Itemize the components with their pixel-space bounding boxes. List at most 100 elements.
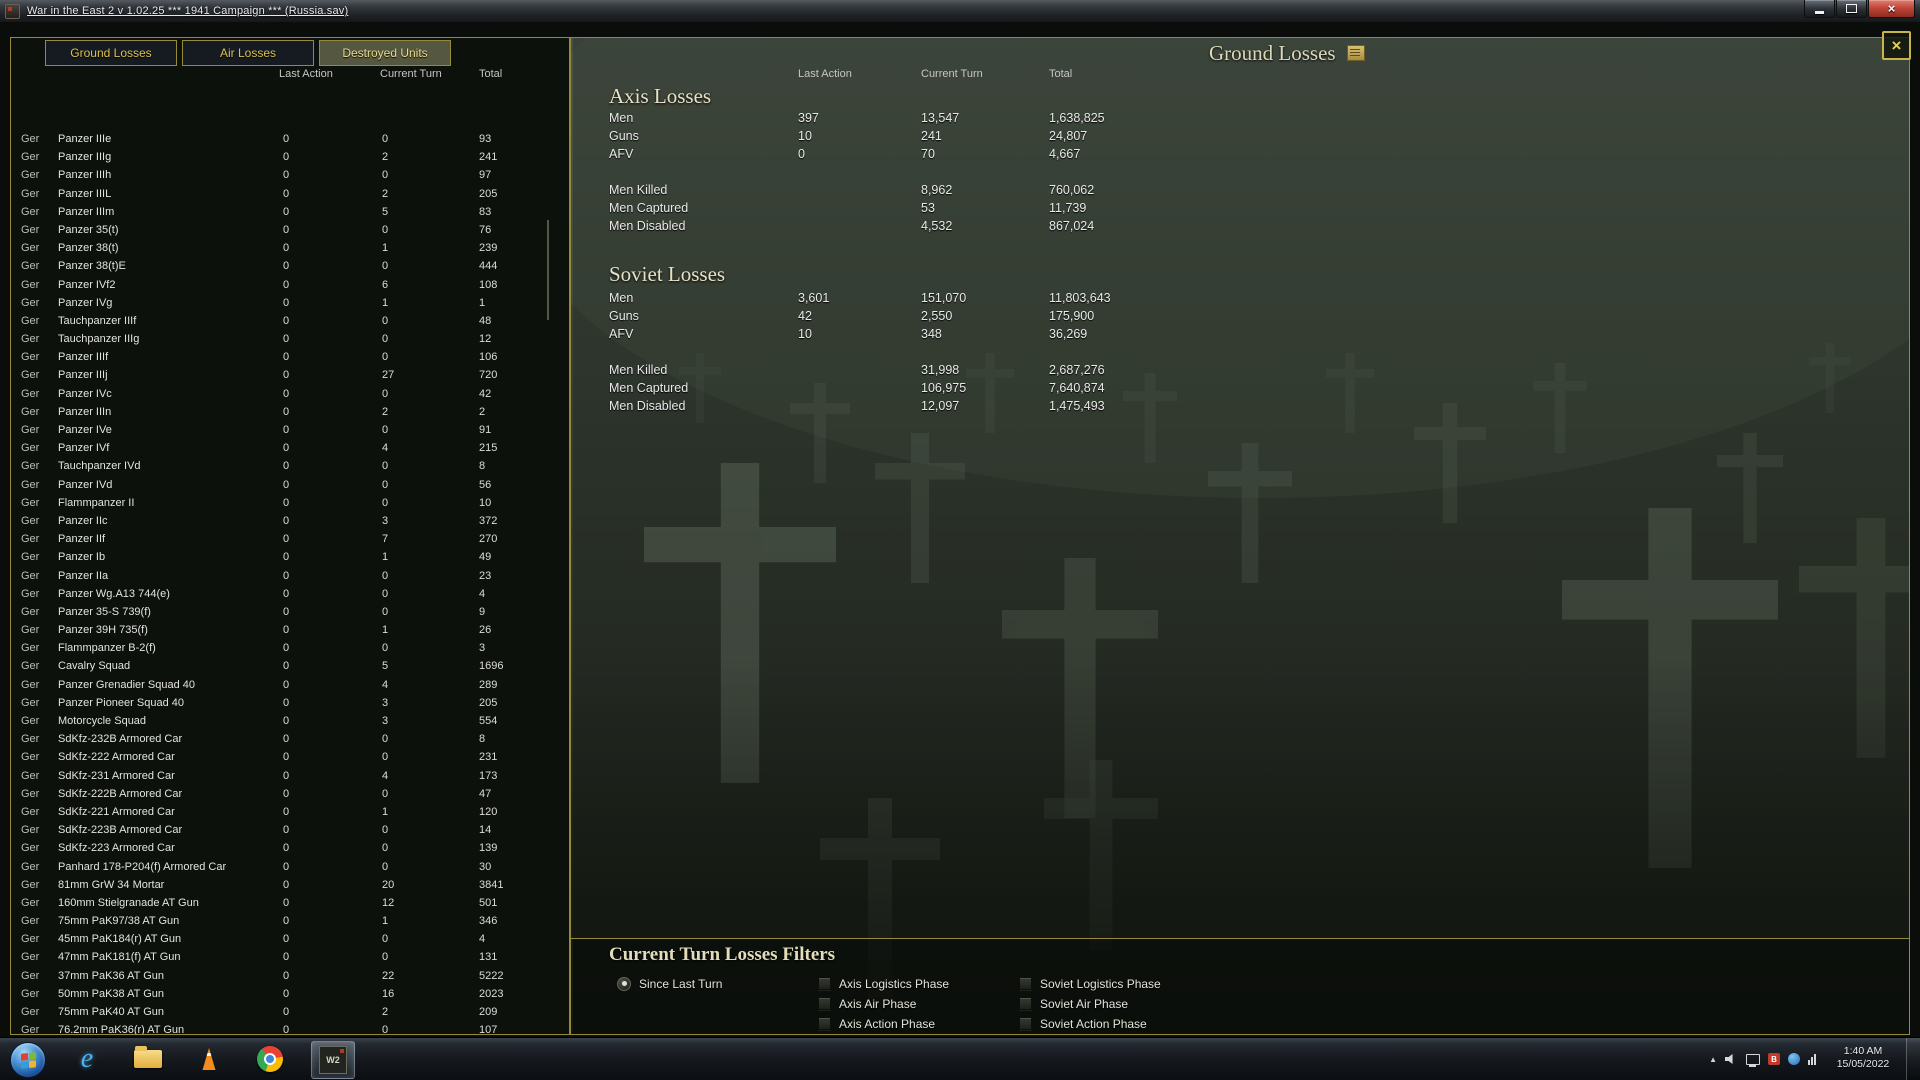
table-cell: Ger [21, 787, 40, 800]
loss-cell: 760,062 [1049, 183, 1095, 197]
filter-checkbox[interactable]: Soviet Action Phase [1019, 1016, 1147, 1031]
table-cell: 0 [283, 424, 290, 436]
table-cell: 120 [479, 805, 498, 818]
tab-destroyed-units[interactable]: Destroyed Units [319, 40, 451, 66]
table-cell: 1 [382, 805, 389, 818]
loss-cell: Men Captured [609, 201, 689, 215]
file-explorer-icon[interactable] [127, 1041, 169, 1077]
ie-letter: e [80, 1043, 94, 1074]
filter-checkbox[interactable]: Soviet Logistics Phase [1019, 976, 1161, 991]
table-cell: Ger [21, 678, 40, 691]
tab-air-losses[interactable]: Air Losses [182, 40, 314, 66]
loss-row: AFV 10 348 36,269 [11, 327, 1909, 343]
table-cell: Ger [21, 824, 40, 837]
volume-icon[interactable] [1725, 1053, 1733, 1065]
tray-red-app-icon[interactable]: B [1768, 1053, 1780, 1065]
filter-checkbox[interactable]: Soviet Air Phase [1019, 996, 1128, 1011]
start-button[interactable] [10, 1042, 46, 1078]
table-cell: 0 [283, 751, 290, 764]
filter-checkbox[interactable]: Axis Action Phase [818, 1016, 935, 1031]
report-icon[interactable] [1347, 45, 1365, 61]
table-cell: 501 [479, 896, 498, 909]
signal-bars-icon[interactable] [1808, 1053, 1816, 1065]
loss-cell: 11,739 [1049, 201, 1087, 215]
checkbox-icon[interactable] [1019, 1017, 1032, 1030]
filters-title: Current Turn Losses Filters [609, 944, 836, 965]
checkbox-icon[interactable] [1019, 977, 1032, 990]
app-icon [5, 3, 20, 19]
table-cell: 0 [283, 951, 290, 964]
table-cell: Panzer IIc [58, 514, 108, 527]
table-cell: 0 [283, 842, 290, 855]
media-player-icon[interactable] [188, 1041, 230, 1077]
table-cell: 444 [479, 260, 498, 273]
table-cell: 0 [283, 587, 290, 600]
radio-label: Since Last Turn [639, 976, 723, 991]
loss-cell: 1,638,825 [1049, 111, 1105, 125]
tab-ground-losses[interactable]: Ground Losses [45, 40, 177, 66]
table-cell: 270 [479, 533, 498, 546]
table-cell: 76.2mm PaK36(r) AT Gun [58, 1024, 185, 1034]
close-window-button[interactable]: × [1868, 0, 1915, 18]
table-cell: 0 [283, 642, 290, 655]
show-desktop-button[interactable] [1906, 1038, 1920, 1080]
table-cell: 0 [382, 1024, 389, 1034]
table-cell: Ger [21, 442, 40, 455]
table-cell: 7 [382, 533, 389, 546]
axis-losses-title: Axis Losses [609, 84, 712, 108]
table-cell: Panzer Ib [58, 551, 106, 564]
maximize-button[interactable] [1836, 0, 1867, 18]
table-cell: 346 [479, 915, 498, 928]
checkbox-icon[interactable] [818, 1017, 831, 1030]
screen-close-button[interactable]: × [1882, 31, 1911, 60]
loss-cell: 11,803,643 [1049, 291, 1111, 305]
table-cell: 8 [479, 733, 486, 746]
table-cell: Ger [21, 624, 40, 637]
loss-cell: 24,807 [1049, 129, 1088, 143]
page-title: Ground Losses [1209, 41, 1336, 65]
filter-radio-since-last-turn[interactable]: Since Last Turn [617, 976, 722, 991]
chrome-icon[interactable] [249, 1041, 291, 1077]
tab-bar: Ground Losses Air Losses Destroyed Units [45, 40, 451, 66]
internet-explorer-icon[interactable]: e [66, 1041, 108, 1077]
loss-row: Men 3,601 151,070 11,803,643 [11, 291, 1909, 307]
losses-column-headers: Last Action Current Turn Total [11, 68, 1909, 84]
table-cell: 0 [283, 514, 290, 527]
loss-cell: AFV [609, 147, 634, 161]
table-cell: Ger [21, 242, 40, 255]
loss-cell: 397 [798, 111, 819, 125]
tray-blue-app-icon[interactable] [1788, 1053, 1800, 1065]
table-cell: 23 [479, 569, 492, 582]
taskbar-clock[interactable]: 1:40 AM 15/05/2022 [1824, 1045, 1902, 1071]
table-cell: 4 [479, 587, 486, 600]
minimize-button[interactable] [1804, 0, 1835, 18]
table-cell: 75mm PaK97/38 AT Gun [58, 915, 180, 928]
table-row: Ger Panzer Ib 0 1 49 [11, 548, 569, 566]
wite2-app-icon: W2 [319, 1046, 347, 1074]
table-cell: SdKfz-222B Armored Car [58, 787, 183, 800]
filter-checkbox[interactable]: Axis Air Phase [818, 996, 916, 1011]
checkbox-label: Axis Air Phase [839, 996, 917, 1011]
filter-checkbox[interactable]: Axis Logistics Phase [818, 976, 949, 991]
wite2-taskbar-button[interactable]: W2 [311, 1041, 355, 1079]
table-cell: Ger [21, 660, 40, 673]
table-cell: SdKfz-232B Armored Car [58, 733, 183, 746]
table-cell: 0 [283, 733, 290, 746]
checkbox-icon[interactable] [1019, 997, 1032, 1010]
table-cell: 0 [382, 824, 389, 837]
table-cell: 20 [382, 878, 395, 891]
table-cell: 0 [283, 242, 290, 255]
table-cell: 3 [382, 696, 389, 709]
table-cell: Panzer 38(t)E [58, 260, 126, 273]
loss-cell: 0 [798, 147, 805, 161]
checkbox-icon[interactable] [818, 977, 831, 990]
table-cell: 4 [382, 678, 389, 691]
table-cell: 0 [382, 642, 389, 655]
table-cell: 0 [382, 587, 389, 600]
checkbox-icon[interactable] [818, 997, 831, 1010]
tray-expand-icon[interactable]: ▲ [1709, 1055, 1717, 1064]
radio-button-icon[interactable] [617, 976, 631, 991]
network-icon[interactable] [1746, 1053, 1760, 1067]
table-row: Ger 75mm PaK97/38 AT Gun 0 1 346 [11, 912, 569, 930]
table-cell: Motorcycle Squad [58, 715, 147, 727]
